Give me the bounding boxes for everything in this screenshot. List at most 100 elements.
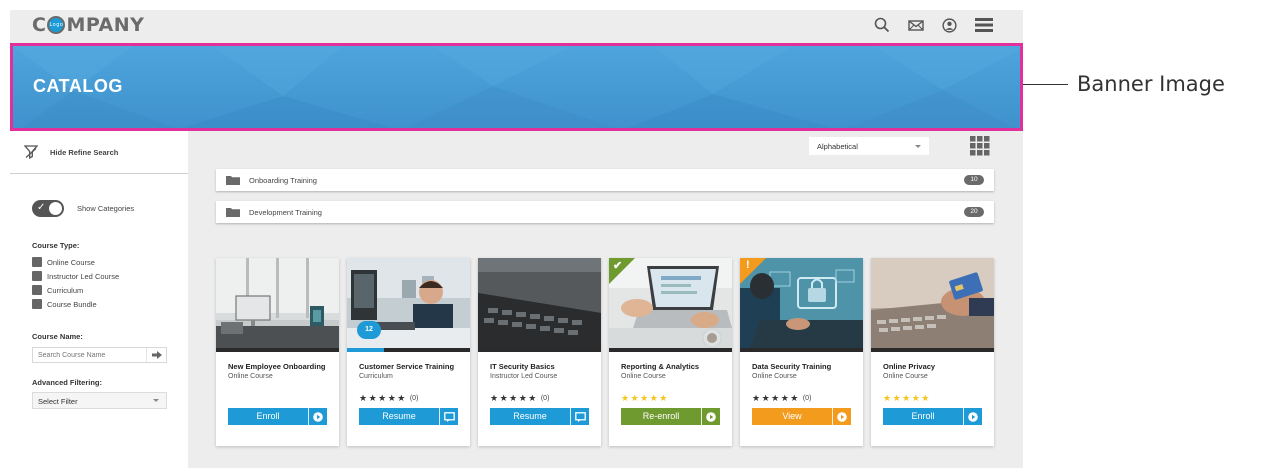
button-label: View: [782, 411, 802, 421]
show-categories-row: ✓ Show Categories: [32, 200, 134, 217]
banner-pattern: [13, 46, 1020, 128]
folder-icon: [226, 208, 240, 217]
resume-icon: [570, 408, 589, 425]
star-rating: ★★★★★: [621, 393, 669, 403]
button-label: Re-enroll: [642, 411, 680, 421]
chevron-down-icon: [915, 145, 921, 148]
course-thumbnail: [871, 258, 994, 348]
play-icon: [308, 408, 327, 425]
course-thumbnail: ✔: [609, 258, 732, 348]
checkbox[interactable]: [32, 299, 42, 309]
course-type-label: Course Type:: [32, 241, 80, 250]
course-type: Curriculum: [359, 373, 393, 380]
top-bar: C Logo MPANY: [10, 10, 1023, 43]
star-rating: ★★★★★: [883, 393, 931, 403]
button-label: Enroll: [911, 411, 935, 421]
play-icon: [963, 408, 982, 425]
arrow-right-icon: [151, 351, 162, 359]
rating-count: (0): [540, 395, 550, 402]
course-type-option[interactable]: Course Bundle: [32, 299, 97, 309]
course-card[interactable]: IT Security Basics Instructor Led Course…: [478, 258, 601, 446]
enroll-button[interactable]: Enroll: [883, 408, 982, 425]
course-type-option[interactable]: Instructor Led Course: [32, 271, 119, 281]
course-name-label: Course Name:: [32, 332, 83, 341]
course-thumbnail: [478, 258, 601, 348]
button-label: Resume: [513, 411, 547, 421]
course-type-option-label: Instructor Led Course: [47, 271, 120, 281]
grid-view-icon[interactable]: [970, 136, 990, 156]
view-button[interactable]: View: [752, 408, 851, 425]
course-type: Online Course: [752, 373, 797, 380]
rating-count: (0): [802, 395, 812, 402]
star-rating: ★★★★★ (0): [490, 393, 550, 403]
course-type-option[interactable]: Online Course: [32, 257, 95, 267]
resume-icon: [439, 408, 458, 425]
category-row[interactable]: Development Training 20: [216, 201, 994, 223]
course-type: Online Course: [621, 373, 666, 380]
resume-button[interactable]: Resume: [359, 408, 458, 425]
rating-count: (0): [409, 395, 419, 402]
progress-track: [609, 348, 732, 352]
checkbox[interactable]: [32, 271, 42, 281]
course-type-option-label: Online Course: [47, 257, 95, 267]
show-categories-toggle[interactable]: ✓: [32, 200, 64, 217]
checkbox[interactable]: [32, 285, 42, 295]
sort-select-value: Alphabetical: [817, 142, 858, 151]
progress-track: [478, 348, 601, 352]
course-card[interactable]: Online Privacy Online Course ★★★★★ Enrol…: [871, 258, 994, 446]
course-card[interactable]: 12 Customer Service Training Curriculum …: [347, 258, 470, 446]
course-type-option-label: Course Bundle: [47, 299, 97, 309]
play-icon: [832, 408, 851, 425]
course-card[interactable]: New Employee Onboarding Online Course En…: [216, 258, 339, 446]
logo-badge: Logo: [47, 16, 66, 34]
course-type-option[interactable]: Curriculum: [32, 285, 83, 295]
menu-icon[interactable]: [975, 18, 993, 32]
course-name-input[interactable]: [33, 348, 147, 362]
sort-select[interactable]: Alphabetical: [809, 137, 929, 155]
progress-track: [347, 348, 470, 352]
company-logo[interactable]: C Logo MPANY: [32, 14, 144, 36]
search-go-button[interactable]: [146, 348, 166, 362]
lms-app: C Logo MPANY CATALOG Hide Refine Search …: [10, 10, 1023, 468]
re-enroll-button[interactable]: Re-enroll: [621, 408, 720, 425]
catalog-banner: CATALOG: [10, 43, 1023, 131]
advanced-filter-select[interactable]: Select Filter: [32, 392, 167, 409]
callout-line: [1023, 84, 1068, 85]
star-rating: ★★★★★ (0): [359, 393, 419, 403]
toggle-knob: [49, 202, 62, 215]
category-row[interactable]: Onboarding Training 10: [216, 169, 994, 191]
funnel-icon: [24, 145, 38, 159]
course-card[interactable]: ! Data Security Training Online Course ★…: [740, 258, 863, 446]
course-card[interactable]: ✔ Reporting & Analytics Online Course ★★…: [609, 258, 732, 446]
chevron-down-icon: [153, 399, 159, 402]
course-name-search: [32, 347, 167, 363]
show-categories-label: Show Categories: [77, 204, 135, 213]
category-count-badge: 10: [964, 175, 984, 185]
hide-refine-search-button[interactable]: Hide Refine Search: [24, 145, 118, 159]
checkbox[interactable]: [32, 257, 42, 267]
course-title: Customer Service Training: [359, 362, 455, 371]
alert-icon: !: [746, 259, 750, 271]
course-title: Reporting & Analytics: [621, 362, 700, 371]
category-name: Onboarding Training: [249, 175, 317, 185]
enroll-button[interactable]: Enroll: [228, 408, 327, 425]
course-type-option-label: Curriculum: [47, 285, 84, 295]
play-icon: [701, 408, 720, 425]
search-icon[interactable]: [874, 17, 890, 33]
course-thumbnail: !: [740, 258, 863, 348]
check-icon: ✔: [613, 260, 623, 272]
mail-icon[interactable]: [908, 19, 924, 31]
course-title: IT Security Basics: [490, 362, 555, 371]
filter-select-value: Select Filter: [38, 397, 78, 406]
course-thumbnail: 12: [347, 258, 470, 348]
user-icon[interactable]: [942, 17, 957, 33]
category-name: Development Training: [249, 207, 322, 217]
resume-button[interactable]: Resume: [490, 408, 589, 425]
star-rating: ★★★★★ (0): [752, 393, 812, 403]
logo-text-start: C: [32, 14, 47, 36]
progress-fill: [347, 348, 384, 352]
folder-icon: [226, 176, 240, 185]
progress-track: [740, 348, 863, 352]
button-label: Enroll: [256, 411, 280, 421]
course-title: Data Security Training: [752, 362, 832, 371]
